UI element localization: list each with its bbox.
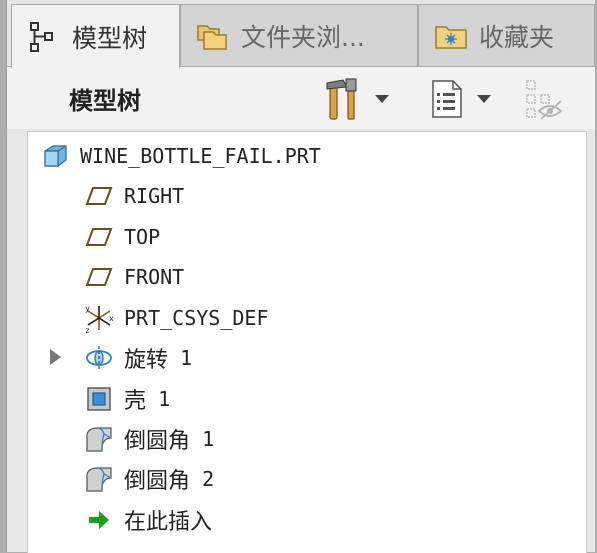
tree-item-datum-right[interactable]: RIGHT: [82, 178, 184, 214]
tab-favorites[interactable]: 收藏夹: [418, 4, 595, 66]
tree-item-label: 壳: [124, 389, 147, 414]
tab-folder-browser[interactable]: 文件夹浏...: [180, 4, 418, 66]
tree-item-label: 在此插入: [124, 510, 213, 535]
favorites-icon: [435, 25, 467, 49]
tree-item-number: 1: [202, 427, 215, 451]
show-button[interactable]: [429, 77, 491, 121]
settings-dropdown-caret-icon: [375, 95, 389, 103]
tree-item-label: TOP: [124, 225, 161, 249]
tree-root-part[interactable]: WINE_BOTTLE_FAIL.PRT: [38, 138, 321, 174]
filter-button[interactable]: [523, 77, 569, 121]
tree-item-label: 旋转: [124, 348, 169, 373]
datum-plane-icon: [82, 220, 116, 254]
tree-item-label: RIGHT: [124, 184, 185, 208]
tree-item-insert-here[interactable]: 在此插入: [82, 502, 212, 538]
tree-item-csys[interactable]: y z x PRT_CSYS_DEF: [82, 300, 269, 336]
tree-item-datum-top[interactable]: TOP: [82, 219, 160, 255]
settings-button[interactable]: [325, 77, 389, 121]
model-tree: WINE_BOTTLE_FAIL.PRT RIGHT TOP FRONT y z…: [27, 131, 587, 553]
tree-columns-icon: [432, 80, 462, 118]
model-tree-panel: 模型树 文件夹浏... 收藏夹 模型树 WINE_BOTTLE_FAIL.PRT…: [6, 0, 595, 553]
coordinate-system-icon: y z x: [82, 301, 116, 335]
insert-here-arrow-icon: [82, 503, 116, 537]
tree-item-datum-front[interactable]: FRONT: [82, 259, 184, 295]
toolbar-title: 模型树: [69, 87, 141, 115]
shell-icon: [82, 382, 116, 416]
model-tree-icon: [30, 21, 53, 52]
tree-item-revolve[interactable]: 旋转 1: [82, 340, 192, 376]
tree-item-label: 倒圆角: [124, 429, 191, 454]
tree-item-label: WINE_BOTTLE_FAIL.PRT: [80, 144, 321, 168]
tree-item-number: 2: [202, 467, 215, 491]
tree-item-number: 1: [158, 387, 171, 411]
tools-settings-icon: [326, 78, 357, 120]
datum-plane-icon: [82, 260, 116, 294]
datum-plane-icon: [82, 179, 116, 213]
tab-folder-browser-label: 文件夹浏...: [241, 22, 365, 52]
tree-item-label: FRONT: [124, 265, 185, 289]
folder-browser-icon: [197, 24, 227, 50]
tree-item-round-2[interactable]: 倒圆角 2: [82, 461, 214, 497]
tab-model-tree-label: 模型树: [72, 23, 148, 53]
tab-model-tree[interactable]: 模型树: [11, 4, 180, 68]
tab-favorites-label: 收藏夹: [479, 22, 555, 52]
tree-item-number: 1: [180, 346, 193, 370]
expand-arrow-icon[interactable]: [50, 349, 61, 365]
part-icon: [38, 139, 72, 173]
round-icon: [82, 422, 116, 456]
svg-text:z: z: [85, 326, 90, 334]
show-dropdown-caret-icon: [477, 95, 491, 103]
model-tree-toolbar: 模型树: [7, 67, 595, 129]
tree-item-label: 倒圆角: [124, 469, 191, 494]
tree-item-label: PRT_CSYS_DEF: [124, 306, 269, 330]
tree-item-round-1[interactable]: 倒圆角 1: [82, 421, 214, 457]
tree-item-shell[interactable]: 壳 1: [82, 381, 170, 417]
revolve-icon: [82, 341, 116, 375]
visibility-filter-icon: [526, 80, 563, 120]
svg-text:x: x: [109, 314, 114, 323]
navigator-tabs: 模型树 文件夹浏... 收藏夹: [7, 4, 595, 68]
svg-text:y: y: [85, 304, 90, 313]
round-icon: [82, 462, 116, 496]
